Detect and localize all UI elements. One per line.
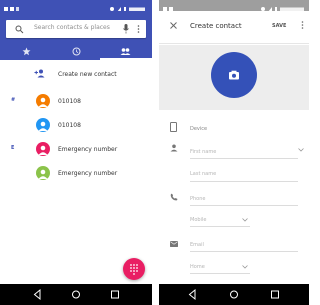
chevron-down-icon[interactable] xyxy=(242,265,248,269)
tab-favorites[interactable] xyxy=(22,47,31,56)
email-field[interactable]: Email xyxy=(190,242,204,248)
create-new-contact-row[interactable]: Create new contact xyxy=(0,66,152,82)
contact-name: 010108 xyxy=(58,98,81,105)
search-bar[interactable]: Search contacts & places xyxy=(6,20,146,38)
add-photo-button[interactable] xyxy=(211,52,257,98)
chevron-down-icon[interactable] xyxy=(242,218,248,222)
phone-underline xyxy=(190,205,298,206)
create-new-contact-label: Create new contact xyxy=(58,71,117,78)
contact-name: Emergency number xyxy=(58,170,118,177)
back-icon[interactable] xyxy=(187,284,197,305)
more-vert-icon[interactable] xyxy=(137,25,140,34)
avatar xyxy=(36,118,50,132)
list-item[interactable]: Emergency number xyxy=(0,163,152,183)
last-name-underline xyxy=(190,181,298,182)
list-item[interactable]: # 010108 xyxy=(0,91,152,111)
close-icon[interactable] xyxy=(170,22,177,29)
star-icon xyxy=(22,47,31,56)
first-name-field[interactable]: First name xyxy=(190,149,216,155)
screenshot-root: Search contacts & places Create new cont… xyxy=(0,0,309,305)
phone-type-select[interactable]: Mobile xyxy=(190,217,206,223)
email-icon xyxy=(170,241,178,247)
add-contact-icon xyxy=(34,69,45,78)
chevron-down-icon[interactable] xyxy=(298,148,304,152)
section-letter: E xyxy=(11,145,15,151)
save-button[interactable]: SAVE xyxy=(272,23,286,29)
contact-name: 010108 xyxy=(58,122,81,129)
dialpad-fab[interactable] xyxy=(123,258,145,280)
camera-icon xyxy=(229,70,239,80)
person-icon xyxy=(170,144,178,152)
search-placeholder: Search contacts & places xyxy=(34,24,110,31)
back-icon[interactable] xyxy=(32,284,42,305)
tab-indicator xyxy=(100,58,152,60)
first-name-underline xyxy=(190,158,298,159)
phone-device-icon xyxy=(170,122,177,132)
avatar xyxy=(36,94,50,108)
recents-icon[interactable] xyxy=(110,284,120,305)
phone-field[interactable]: Phone xyxy=(190,196,206,202)
last-name-field[interactable]: Last name xyxy=(190,171,216,177)
phone-icon xyxy=(170,193,178,201)
tab-recents[interactable] xyxy=(72,47,81,56)
page-title: Create contact xyxy=(190,22,242,30)
list-item[interactable]: E Emergency number xyxy=(0,139,152,159)
avatar xyxy=(36,166,50,180)
dialpad-icon xyxy=(130,264,138,275)
email-underline xyxy=(190,251,298,252)
recents-icon[interactable] xyxy=(270,284,280,305)
contacts-screen: Search contacts & places Create new cont… xyxy=(0,0,152,305)
contact-name: Emergency number xyxy=(58,146,118,153)
status-bar xyxy=(0,0,152,12)
list-item[interactable]: 010108 xyxy=(0,115,152,135)
phone-type-underline xyxy=(190,226,250,227)
status-bar xyxy=(159,0,309,12)
home-icon[interactable] xyxy=(229,284,239,305)
people-icon xyxy=(120,48,131,55)
navigation-bar xyxy=(159,284,309,305)
section-letter: # xyxy=(11,97,16,103)
mic-icon[interactable] xyxy=(123,24,129,34)
navigation-bar xyxy=(0,284,152,305)
create-contact-screen: Create contact SAVE Device First name La… xyxy=(159,0,309,305)
tab-contacts[interactable] xyxy=(120,47,131,56)
email-type-select[interactable]: Home xyxy=(190,264,205,270)
account-label[interactable]: Device xyxy=(190,126,207,132)
more-vert-icon[interactable] xyxy=(301,21,304,30)
email-type-underline xyxy=(190,273,250,274)
avatar xyxy=(36,142,50,156)
home-icon[interactable] xyxy=(71,284,81,305)
search-icon xyxy=(15,25,24,34)
